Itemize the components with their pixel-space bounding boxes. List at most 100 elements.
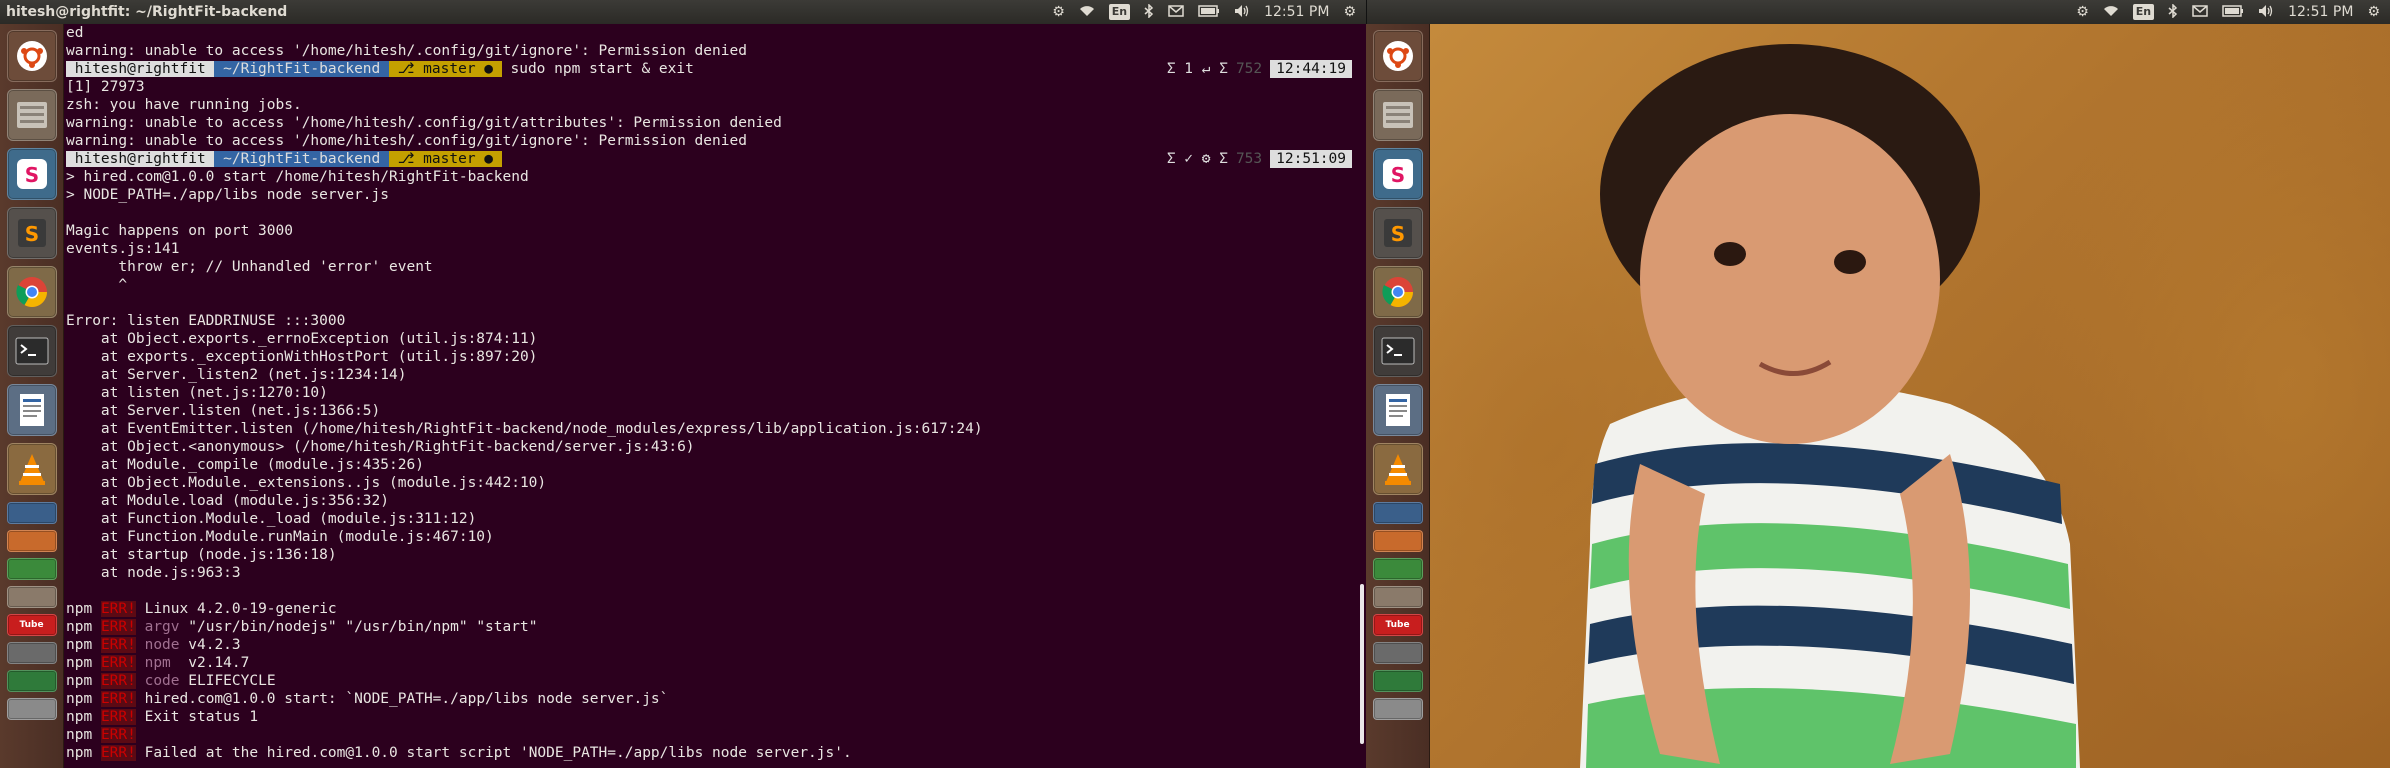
- npm-error-line: npm ERR! Failed at the hired.com@1.0.0 s…: [66, 744, 1352, 762]
- bluetooth-icon[interactable]: [1144, 2, 1154, 21]
- battery-icon[interactable]: [1198, 4, 1220, 20]
- launcher-overflow-stack[interactable]: Tube: [1372, 502, 1423, 726]
- wifi-icon[interactable]: [2103, 4, 2119, 20]
- text-editor-icon[interactable]: [6, 384, 57, 436]
- sublime-text-icon[interactable]: S: [6, 207, 57, 259]
- npm-error-line: npm ERR! Exit status 1: [66, 708, 1352, 726]
- top-panel-left: hitesh@rightfit: ~/RightFit-backend ⚙ En…: [0, 0, 1366, 24]
- browser-stack-icon[interactable]: [1372, 502, 1423, 524]
- mail-icon[interactable]: [1168, 4, 1184, 20]
- prompt-directory: ~/RightFit-backend: [214, 151, 390, 167]
- prompt-history-number: 752: [1235, 61, 1263, 77]
- session-gear-icon[interactable]: ⚙: [2367, 5, 2380, 19]
- app-stack-icon[interactable]: [6, 670, 57, 692]
- clock[interactable]: 12:51 PM: [1264, 5, 1329, 19]
- npm-error-line: npm ERR! npm v2.14.7: [66, 654, 1352, 672]
- window-title: hitesh@rightfit: ~/RightFit-backend: [6, 4, 288, 20]
- prompt-time: 12:51:09: [1270, 150, 1352, 168]
- app-stack-icon[interactable]: [1372, 586, 1423, 608]
- app-stack-icon[interactable]: [1372, 642, 1423, 664]
- volume-icon[interactable]: [1234, 4, 1250, 21]
- browser-stack-icon[interactable]: [6, 502, 57, 524]
- app-stack-icon[interactable]: [6, 586, 57, 608]
- svg-text:S: S: [1390, 163, 1404, 187]
- session-gear-icon[interactable]: ⚙: [1343, 5, 1356, 19]
- npm-err-tag: ERR!: [100, 637, 136, 653]
- slack-icon[interactable]: S: [6, 148, 57, 200]
- terminal-line: > hired.com@1.0.0 start /home/hitesh/Rig…: [66, 169, 529, 185]
- terminal-line: at listen (net.js:1270:10): [66, 385, 328, 401]
- indicator-area-right: ⚙ En 12:51 PM ⚙: [2076, 2, 2390, 21]
- npm-prefix: npm: [66, 601, 93, 617]
- terminal-window[interactable]: ed warning: unable to access '/home/hites…: [64, 24, 1366, 768]
- clock[interactable]: 12:51 PM: [2288, 5, 2353, 19]
- terminal-icon[interactable]: [1372, 325, 1423, 377]
- ubuntu-dash-icon[interactable]: [1372, 30, 1423, 82]
- keyboard-layout-indicator[interactable]: En: [1108, 4, 1131, 20]
- vlc-icon[interactable]: [6, 443, 57, 495]
- prompt-line: hitesh@rightfit ~/RightFit-backend ⎇ mas…: [66, 60, 1352, 78]
- files-icon[interactable]: [6, 89, 57, 141]
- npm-err-key: argv: [144, 619, 180, 635]
- terminal-output[interactable]: ed warning: unable to access '/home/hites…: [66, 24, 1352, 762]
- chrome-icon[interactable]: [6, 266, 57, 318]
- prompt-right-status: Σ 1 ↵ Σ 752 12:44:19: [1167, 60, 1352, 78]
- terminal-icon[interactable]: [6, 325, 57, 377]
- npm-prefix: npm: [66, 673, 93, 689]
- battery-icon[interactable]: [2222, 4, 2244, 20]
- npm-prefix: npm: [66, 655, 93, 671]
- terminal-line: at Module.load (module.js:356:32): [66, 493, 390, 509]
- npm-err-value: hired.com@1.0.0 start: `NODE_PATH=./app/…: [144, 691, 669, 707]
- trash-icon[interactable]: [1372, 698, 1423, 720]
- chrome-icon[interactable]: [1372, 266, 1423, 318]
- npm-err-key: node: [144, 637, 180, 653]
- npm-err-value: ELIFECYCLE: [188, 673, 276, 689]
- app-stack-icon[interactable]: [6, 642, 57, 664]
- app-stack-icon[interactable]: [1372, 530, 1423, 552]
- npm-error-line: npm ERR! node v4.2.3: [66, 636, 1352, 654]
- prompt-command: sudo npm start & exit: [501, 61, 694, 77]
- app-stack-icon[interactable]: [1372, 670, 1423, 692]
- text-editor-icon[interactable]: [1372, 384, 1423, 436]
- terminal-line: zsh: you have running jobs.: [66, 97, 302, 113]
- sublime-text-icon[interactable]: S: [1372, 207, 1423, 259]
- settings-gear-icon[interactable]: ⚙: [2076, 5, 2089, 19]
- indicator-area: ⚙ En 12:51 PM ⚙: [1052, 2, 1366, 21]
- npm-error-line: npm ERR!: [66, 726, 1352, 744]
- trash-icon[interactable]: [6, 698, 57, 720]
- launcher-left: S S Tube: [0, 24, 64, 768]
- terminal-line: at node.js:963:3: [66, 565, 241, 581]
- wifi-icon[interactable]: [1079, 4, 1095, 20]
- npm-err-value: Linux 4.2.0-19-generic: [144, 601, 337, 617]
- prompt-user: hitesh@rightfit: [66, 61, 215, 77]
- npm-prefix: npm: [66, 745, 93, 761]
- prompt-user: hitesh@rightfit: [66, 151, 215, 167]
- youtube-icon[interactable]: Tube: [1372, 614, 1423, 636]
- launcher-overflow-stack[interactable]: Tube: [6, 502, 57, 726]
- volume-icon[interactable]: [2258, 4, 2274, 21]
- bluetooth-icon[interactable]: [2168, 2, 2178, 21]
- youtube-icon[interactable]: Tube: [6, 614, 57, 636]
- terminal-line: at startup (node.js:136:18): [66, 547, 337, 563]
- settings-gear-icon[interactable]: ⚙: [1052, 5, 1065, 19]
- terminal-line: > NODE_PATH=./app/libs node server.js: [66, 187, 390, 203]
- prompt-git-branch: ⎇ master ●: [389, 151, 502, 167]
- vlc-icon[interactable]: [1372, 443, 1423, 495]
- prompt-status-indicators: Σ 1 ↵ Σ: [1166, 61, 1228, 77]
- app-stack-icon[interactable]: [6, 530, 57, 552]
- slack-icon[interactable]: S: [1372, 148, 1423, 200]
- wallpaper-photo-illustration: [1580, 44, 2080, 768]
- npm-error-line: npm ERR! argv "/usr/bin/nodejs" "/usr/bi…: [66, 618, 1352, 636]
- files-icon[interactable]: [1372, 89, 1423, 141]
- ubuntu-dash-icon[interactable]: [6, 30, 57, 82]
- keyboard-layout-indicator[interactable]: En: [2132, 4, 2155, 20]
- app-stack-icon[interactable]: [6, 558, 57, 580]
- mail-icon[interactable]: [2192, 4, 2208, 20]
- app-stack-icon[interactable]: [1372, 558, 1423, 580]
- npm-err-value: v4.2.3: [188, 637, 241, 653]
- terminal-scrollbar[interactable]: [1360, 584, 1364, 744]
- npm-error-line: npm ERR! hired.com@1.0.0 start: `NODE_PA…: [66, 690, 1352, 708]
- prompt-history-number: 753: [1235, 151, 1263, 167]
- npm-prefix: npm: [66, 709, 93, 725]
